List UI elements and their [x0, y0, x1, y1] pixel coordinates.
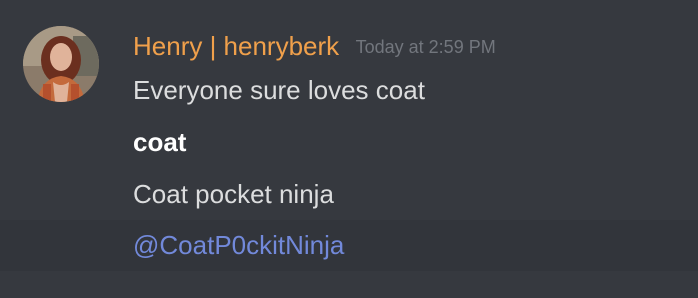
- message-line: Everyone sure loves coat: [133, 75, 425, 105]
- user-mention[interactable]: @CoatP0ckitNinja: [133, 228, 344, 262]
- user-avatar[interactable]: [23, 26, 99, 102]
- timestamp: Today at 2:59 PM: [355, 37, 496, 57]
- message-line: Coat pocket ninja: [133, 179, 334, 209]
- message-header: Henry | henryberk Today at 2:59 PM: [133, 28, 496, 64]
- username[interactable]: Henry | henryberk: [133, 31, 339, 61]
- message-line-bold: coat: [133, 127, 187, 157]
- mention-row: @CoatP0ckitNinja: [0, 220, 698, 271]
- chat-message: Henry | henryberk Today at 2:59 PM Every…: [0, 0, 698, 298]
- avatar-image: [23, 26, 99, 102]
